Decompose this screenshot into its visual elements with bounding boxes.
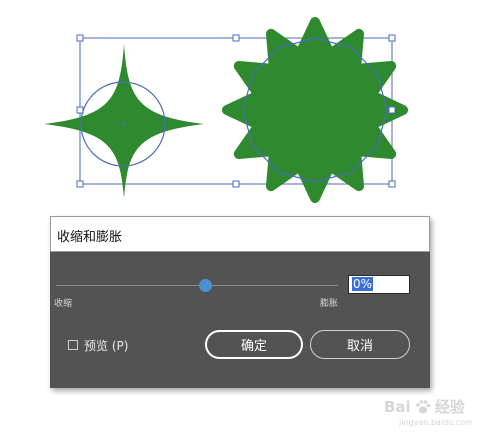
cancel-button[interactable]: 取消 [310,330,410,359]
baidu-jingyan-watermark: Bai 经验 [384,396,465,417]
four-point-star-shape[interactable] [44,44,204,198]
expand-label: 膨胀 [320,299,339,309]
paw-icon [415,399,431,413]
pucker-bloat-slider[interactable] [56,285,338,286]
slider-thumb[interactable] [199,279,212,292]
watermark-domain: jingyan.baidu.com [399,418,473,427]
spiky-shape-fill[interactable] [222,17,408,203]
shrink-label: 收缩 [54,299,73,309]
dialog-title-bar[interactable]: 收缩和膨胀 [50,216,430,252]
watermark-brand-left: Bai [384,397,411,416]
preview-option[interactable]: 预览 (P) [68,337,128,353]
pucker-bloat-dialog: 收缩和膨胀 0% 收缩 膨胀 预览 (P) 确定 取消 [50,216,430,388]
preview-checkbox[interactable] [68,340,78,350]
ok-button[interactable]: 确定 [205,330,303,359]
preview-label: 预览 (P) [84,338,129,353]
amount-input[interactable]: 0% [348,275,410,294]
dialog-title: 收缩和膨胀 [57,230,123,245]
amount-value: 0% [352,277,374,291]
twelve-point-spiky-shape[interactable] [222,17,408,203]
watermark-brand-right: 经验 [434,398,465,416]
